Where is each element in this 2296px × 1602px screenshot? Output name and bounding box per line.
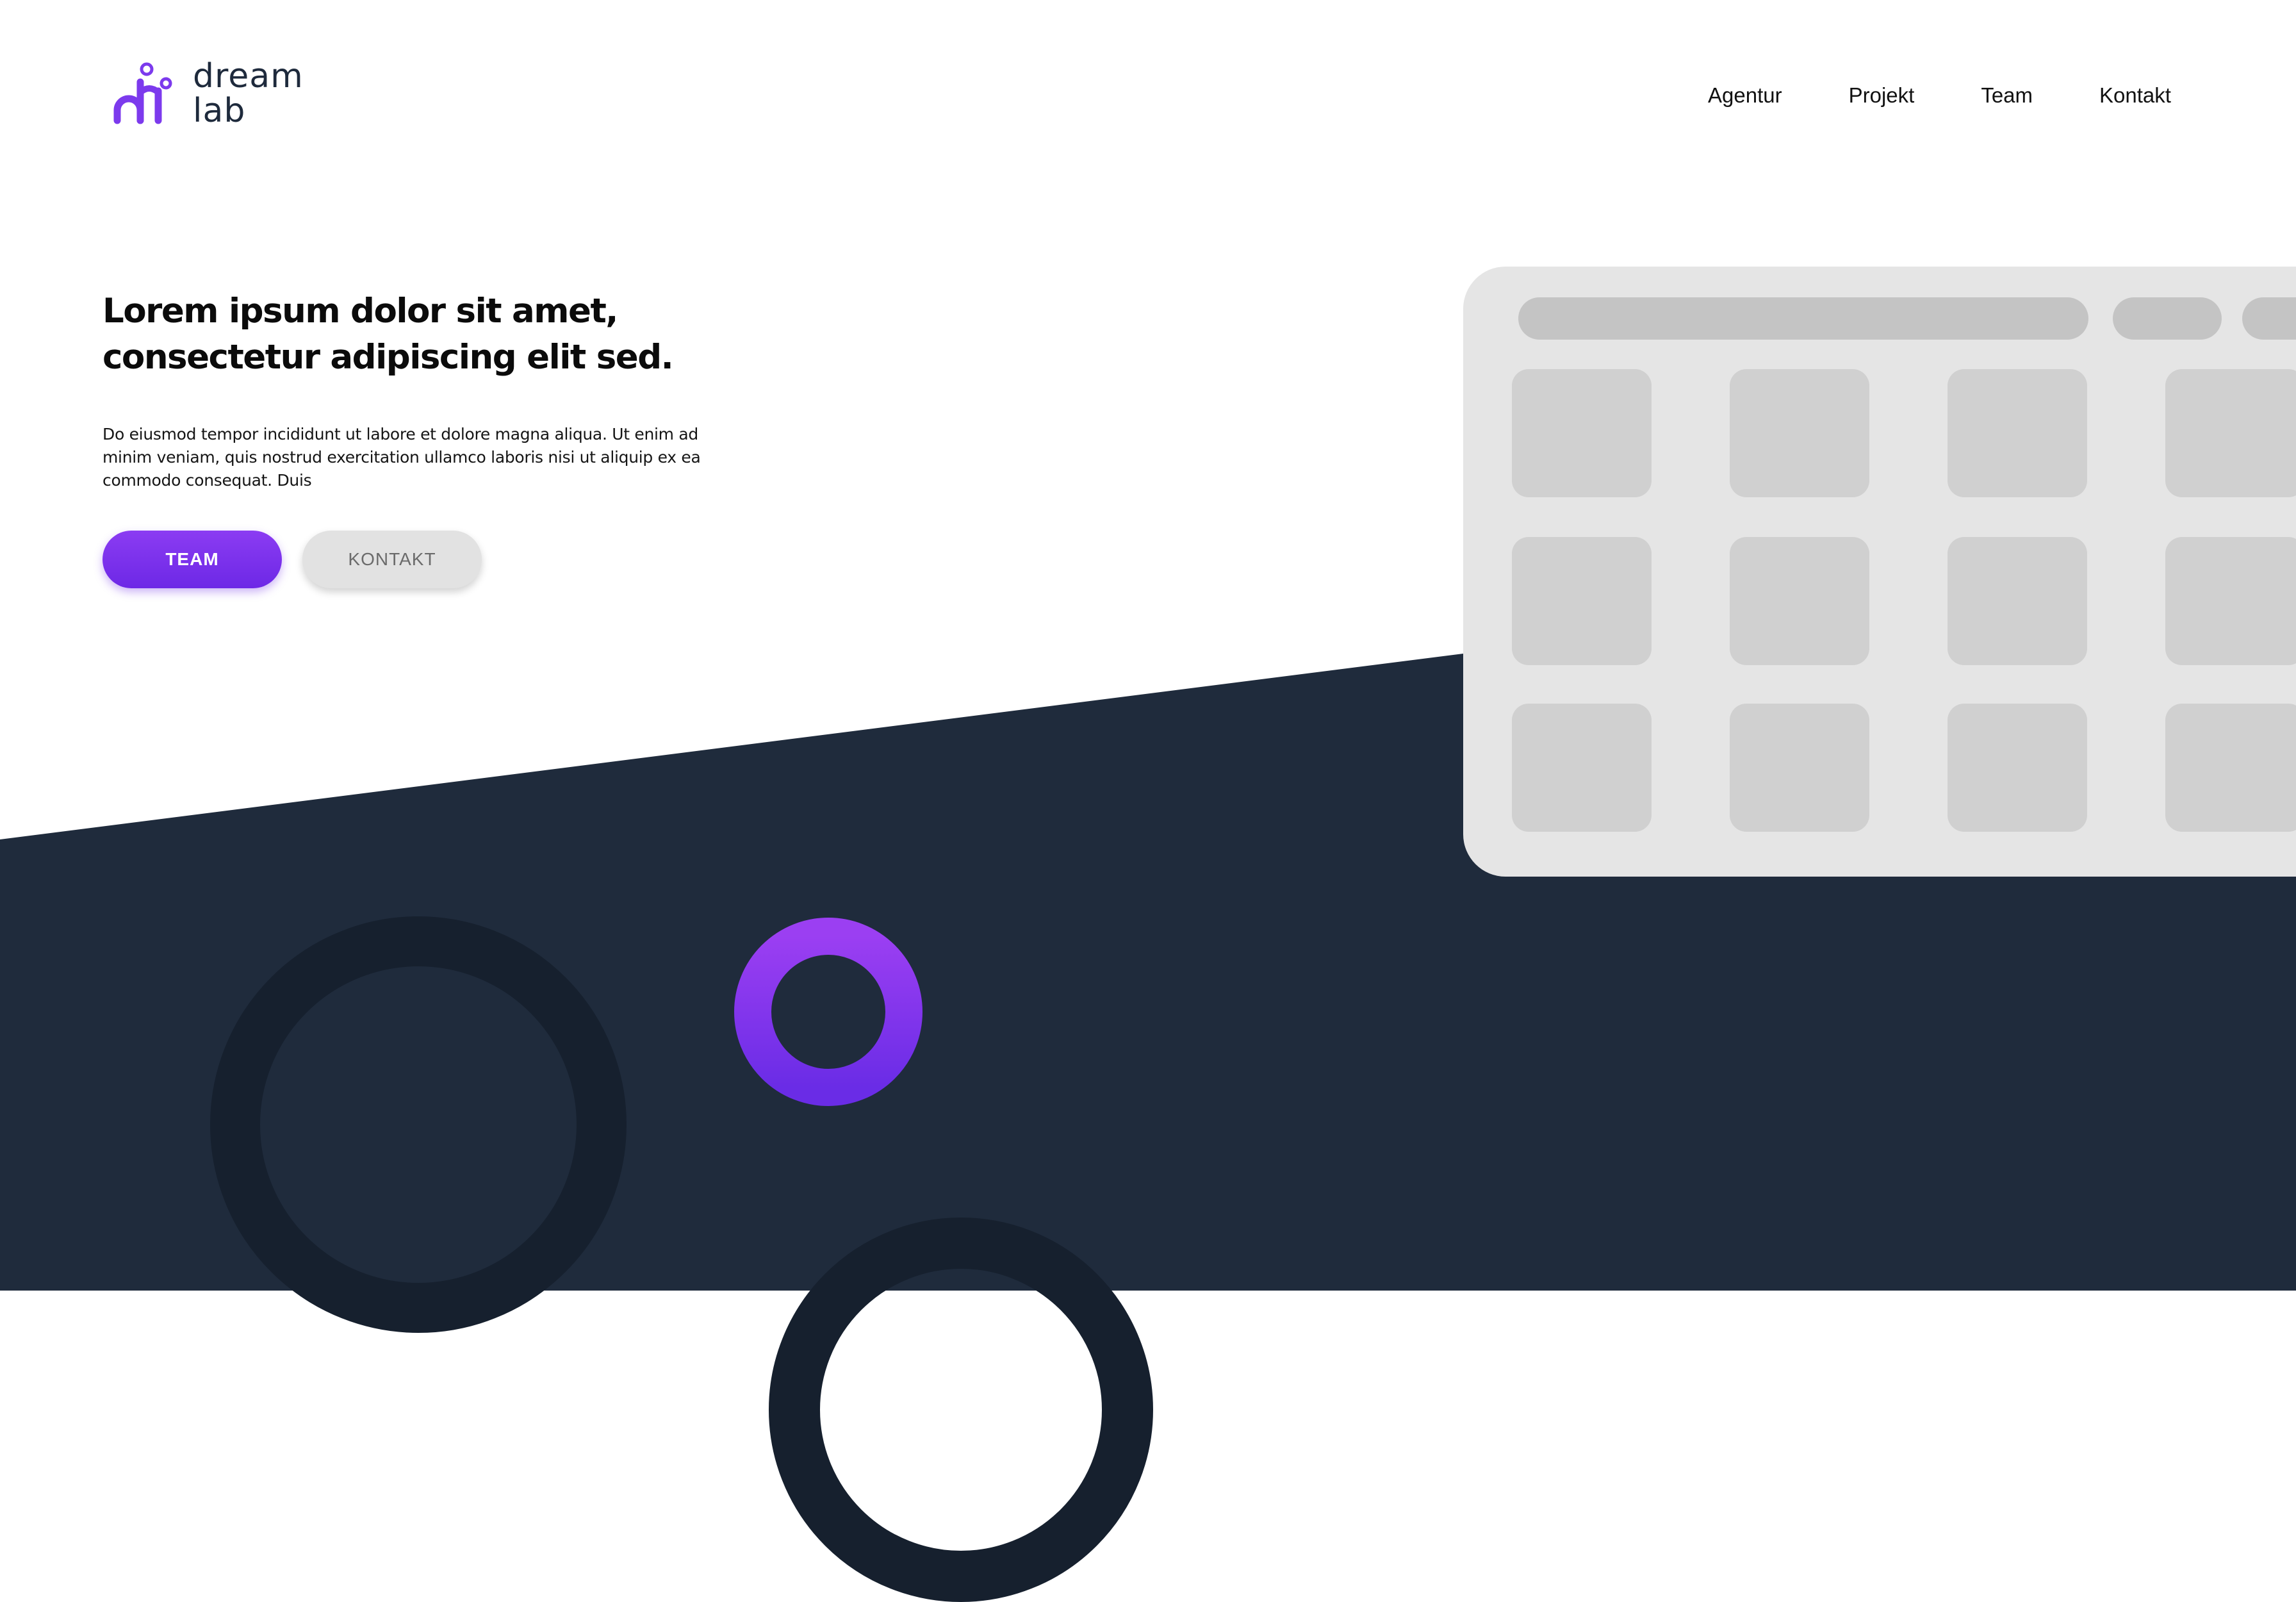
mockup-tile-placeholder [1948, 369, 2087, 497]
purple-ring-decoration [734, 918, 922, 1106]
brand-logo[interactable]: dream lab [111, 59, 329, 129]
mockup-search-bar-placeholder [1518, 297, 2088, 340]
hero-headline: Lorem ipsum dolor sit amet, consectetur … [102, 288, 718, 381]
large-dark-ring-decoration [210, 916, 627, 1333]
mockup-button-placeholder [2113, 297, 2222, 340]
mockup-tile-placeholder [2165, 537, 2296, 665]
mockup-tile-placeholder [1948, 537, 2087, 665]
logo-text-line2: lab [193, 92, 246, 130]
mockup-tile-placeholder [1730, 537, 1869, 665]
mockup-tile-placeholder [1948, 704, 2087, 832]
mockup-tile-placeholder [2165, 704, 2296, 832]
hero-headline-line2: consectetur adipiscing elit sed. [102, 338, 674, 377]
nav-item-agentur[interactable]: Agentur [1708, 83, 1782, 108]
mockup-tile-placeholder [1512, 704, 1652, 832]
mockup-tile-placeholder [2165, 369, 2296, 497]
hero-headline-line1: Lorem ipsum dolor sit amet, [102, 292, 618, 331]
kontakt-button[interactable]: KONTAKT [302, 531, 482, 588]
team-button[interactable]: TEAM [102, 531, 282, 588]
hero-body-text: Do eiusmod tempor incididunt ut labore e… [102, 425, 701, 490]
bottom-dark-ring-decoration [769, 1218, 1153, 1602]
dream-lab-logo-icon [113, 62, 172, 124]
nav-item-kontakt[interactable]: Kontakt [2099, 83, 2171, 108]
nav-item-team[interactable]: Team [1981, 83, 2033, 108]
main-navigation: Agentur Projekt Team Kontakt [1708, 83, 2171, 108]
mockup-button-placeholder [2242, 297, 2296, 340]
mockup-tile-placeholder [1512, 369, 1652, 497]
mockup-tile-placeholder [1512, 537, 1652, 665]
mockup-tile-placeholder [1730, 704, 1869, 832]
nav-item-projekt[interactable]: Projekt [1849, 83, 1915, 108]
app-mockup-panel [1463, 267, 2296, 877]
mockup-tile-placeholder [1730, 369, 1869, 497]
logo-text-line1: dream [193, 57, 304, 95]
logo-wordmark: dream lab [193, 59, 304, 128]
